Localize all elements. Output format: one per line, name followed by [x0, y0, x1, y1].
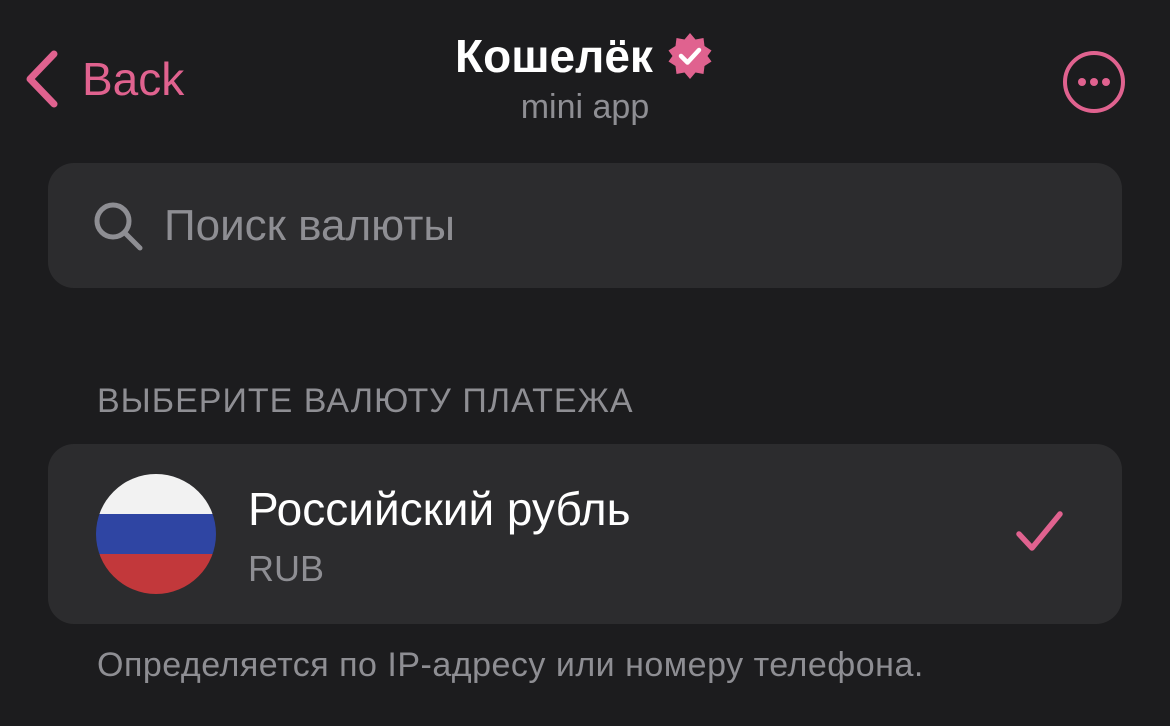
- search-field[interactable]: [48, 163, 1122, 288]
- currency-name: Российский рубль: [248, 483, 631, 535]
- verified-badge-icon: [668, 33, 712, 79]
- more-button[interactable]: [1062, 50, 1126, 114]
- header-title-block: Кошелёк mini app: [0, 26, 1170, 127]
- currency-code: RUB: [248, 548, 325, 589]
- checkmark-icon: [1016, 511, 1063, 551]
- russia-flag-icon: [96, 474, 216, 594]
- currency-selection-screen: Back Кошелёк mini app ВЫБЕРИТЕ ВАЛЮТУ ПЛ…: [0, 0, 1170, 726]
- search-input[interactable]: [164, 185, 1122, 266]
- section-footnote: Определяется по IP-адресу или номеру тел…: [97, 646, 924, 684]
- search-icon: [94, 202, 143, 250]
- page-title: Кошелёк: [455, 30, 653, 82]
- page-subtitle: mini app: [520, 88, 650, 126]
- currency-option-rub[interactable]: Российский рубль RUB: [48, 444, 1122, 624]
- currency-list: Российский рубль RUB: [48, 444, 1122, 624]
- more-circle-icon: [1063, 51, 1125, 113]
- section-header: ВЫБЕРИТЕ ВАЛЮТУ ПЛАТЕЖА: [97, 382, 634, 420]
